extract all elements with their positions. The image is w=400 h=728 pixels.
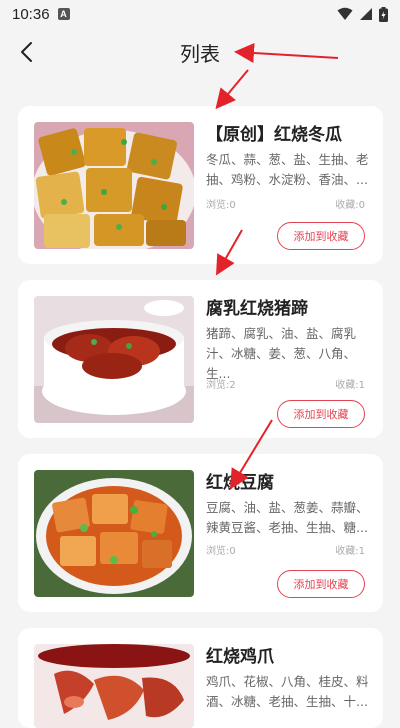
chevron-left-icon (21, 42, 32, 62)
view-count: 浏览:2 (206, 380, 236, 391)
wifi-icon (337, 7, 353, 20)
recipe-ingredients: 冬瓜、蒜、葱、盐、生抽、老抽、鸡粉、水淀粉、香油、... (206, 152, 369, 187)
back-button[interactable] (12, 38, 40, 66)
app-notification-icon: A (57, 8, 70, 20)
recipe-title[interactable]: 红烧鸡爪 (206, 642, 274, 667)
recipe-card[interactable]: 腐乳红烧猪蹄 猪蹄、腐乳、油、盐、腐乳汁、冰糖、姜、葱、八角、生... 浏览:2… (18, 280, 383, 438)
page-title: 列表 (180, 41, 220, 66)
status-left: 10:36 A (12, 6, 70, 23)
recipe-image-winter-melon[interactable] (34, 122, 194, 249)
recipe-ingredients: 鸡爪、花椒、八角、桂皮、料酒、冰糖、老抽、生抽、十... (206, 674, 369, 709)
recipe-card[interactable]: 红烧豆腐 豆腐、油、盐、葱姜、蒜瓣、辣黄豆酱、老抽、生抽、糖... 浏览:0 收… (18, 454, 383, 612)
recipe-card[interactable]: 红烧鸡爪 鸡爪、花椒、八角、桂皮、料酒、冰糖、老抽、生抽、十... (18, 628, 383, 728)
view-count: 浏览:0 (206, 546, 236, 557)
favorite-count: 收藏:0 (335, 200, 365, 211)
status-right (337, 6, 388, 22)
recipe-card[interactable]: 【原创】红烧冬瓜 冬瓜、蒜、葱、盐、生抽、老抽、鸡粉、水淀粉、香油、... 浏览… (18, 106, 383, 264)
battery-icon (379, 6, 388, 22)
view-count: 浏览:0 (206, 200, 236, 211)
recipe-title[interactable]: 【原创】红烧冬瓜 (206, 120, 342, 145)
recipe-title[interactable]: 腐乳红烧猪蹄 (206, 294, 308, 319)
recipe-image-pork-trotter[interactable] (34, 296, 194, 423)
signal-icon (360, 8, 372, 20)
recipe-ingredients: 猪蹄、腐乳、油、盐、腐乳汁、冰糖、姜、葱、八角、生... (206, 326, 357, 381)
recipe-image-tofu[interactable] (34, 470, 194, 597)
add-to-favorites-button[interactable]: 添加到收藏 (277, 570, 365, 598)
status-bar: 10:36 A (0, 0, 400, 28)
favorite-count: 收藏:1 (335, 380, 365, 391)
clock: 10:36 (12, 5, 50, 23)
recipe-title[interactable]: 红烧豆腐 (206, 468, 274, 493)
add-to-favorites-button[interactable]: 添加到收藏 (277, 222, 365, 250)
add-to-favorites-button[interactable]: 添加到收藏 (277, 400, 365, 428)
header-bar: 列表 (0, 28, 400, 76)
favorite-count: 收藏:1 (335, 546, 365, 557)
recipe-image-chicken-feet[interactable] (34, 644, 194, 728)
recipe-ingredients: 豆腐、油、盐、葱姜、蒜瓣、辣黄豆酱、老抽、生抽、糖... (206, 500, 369, 535)
